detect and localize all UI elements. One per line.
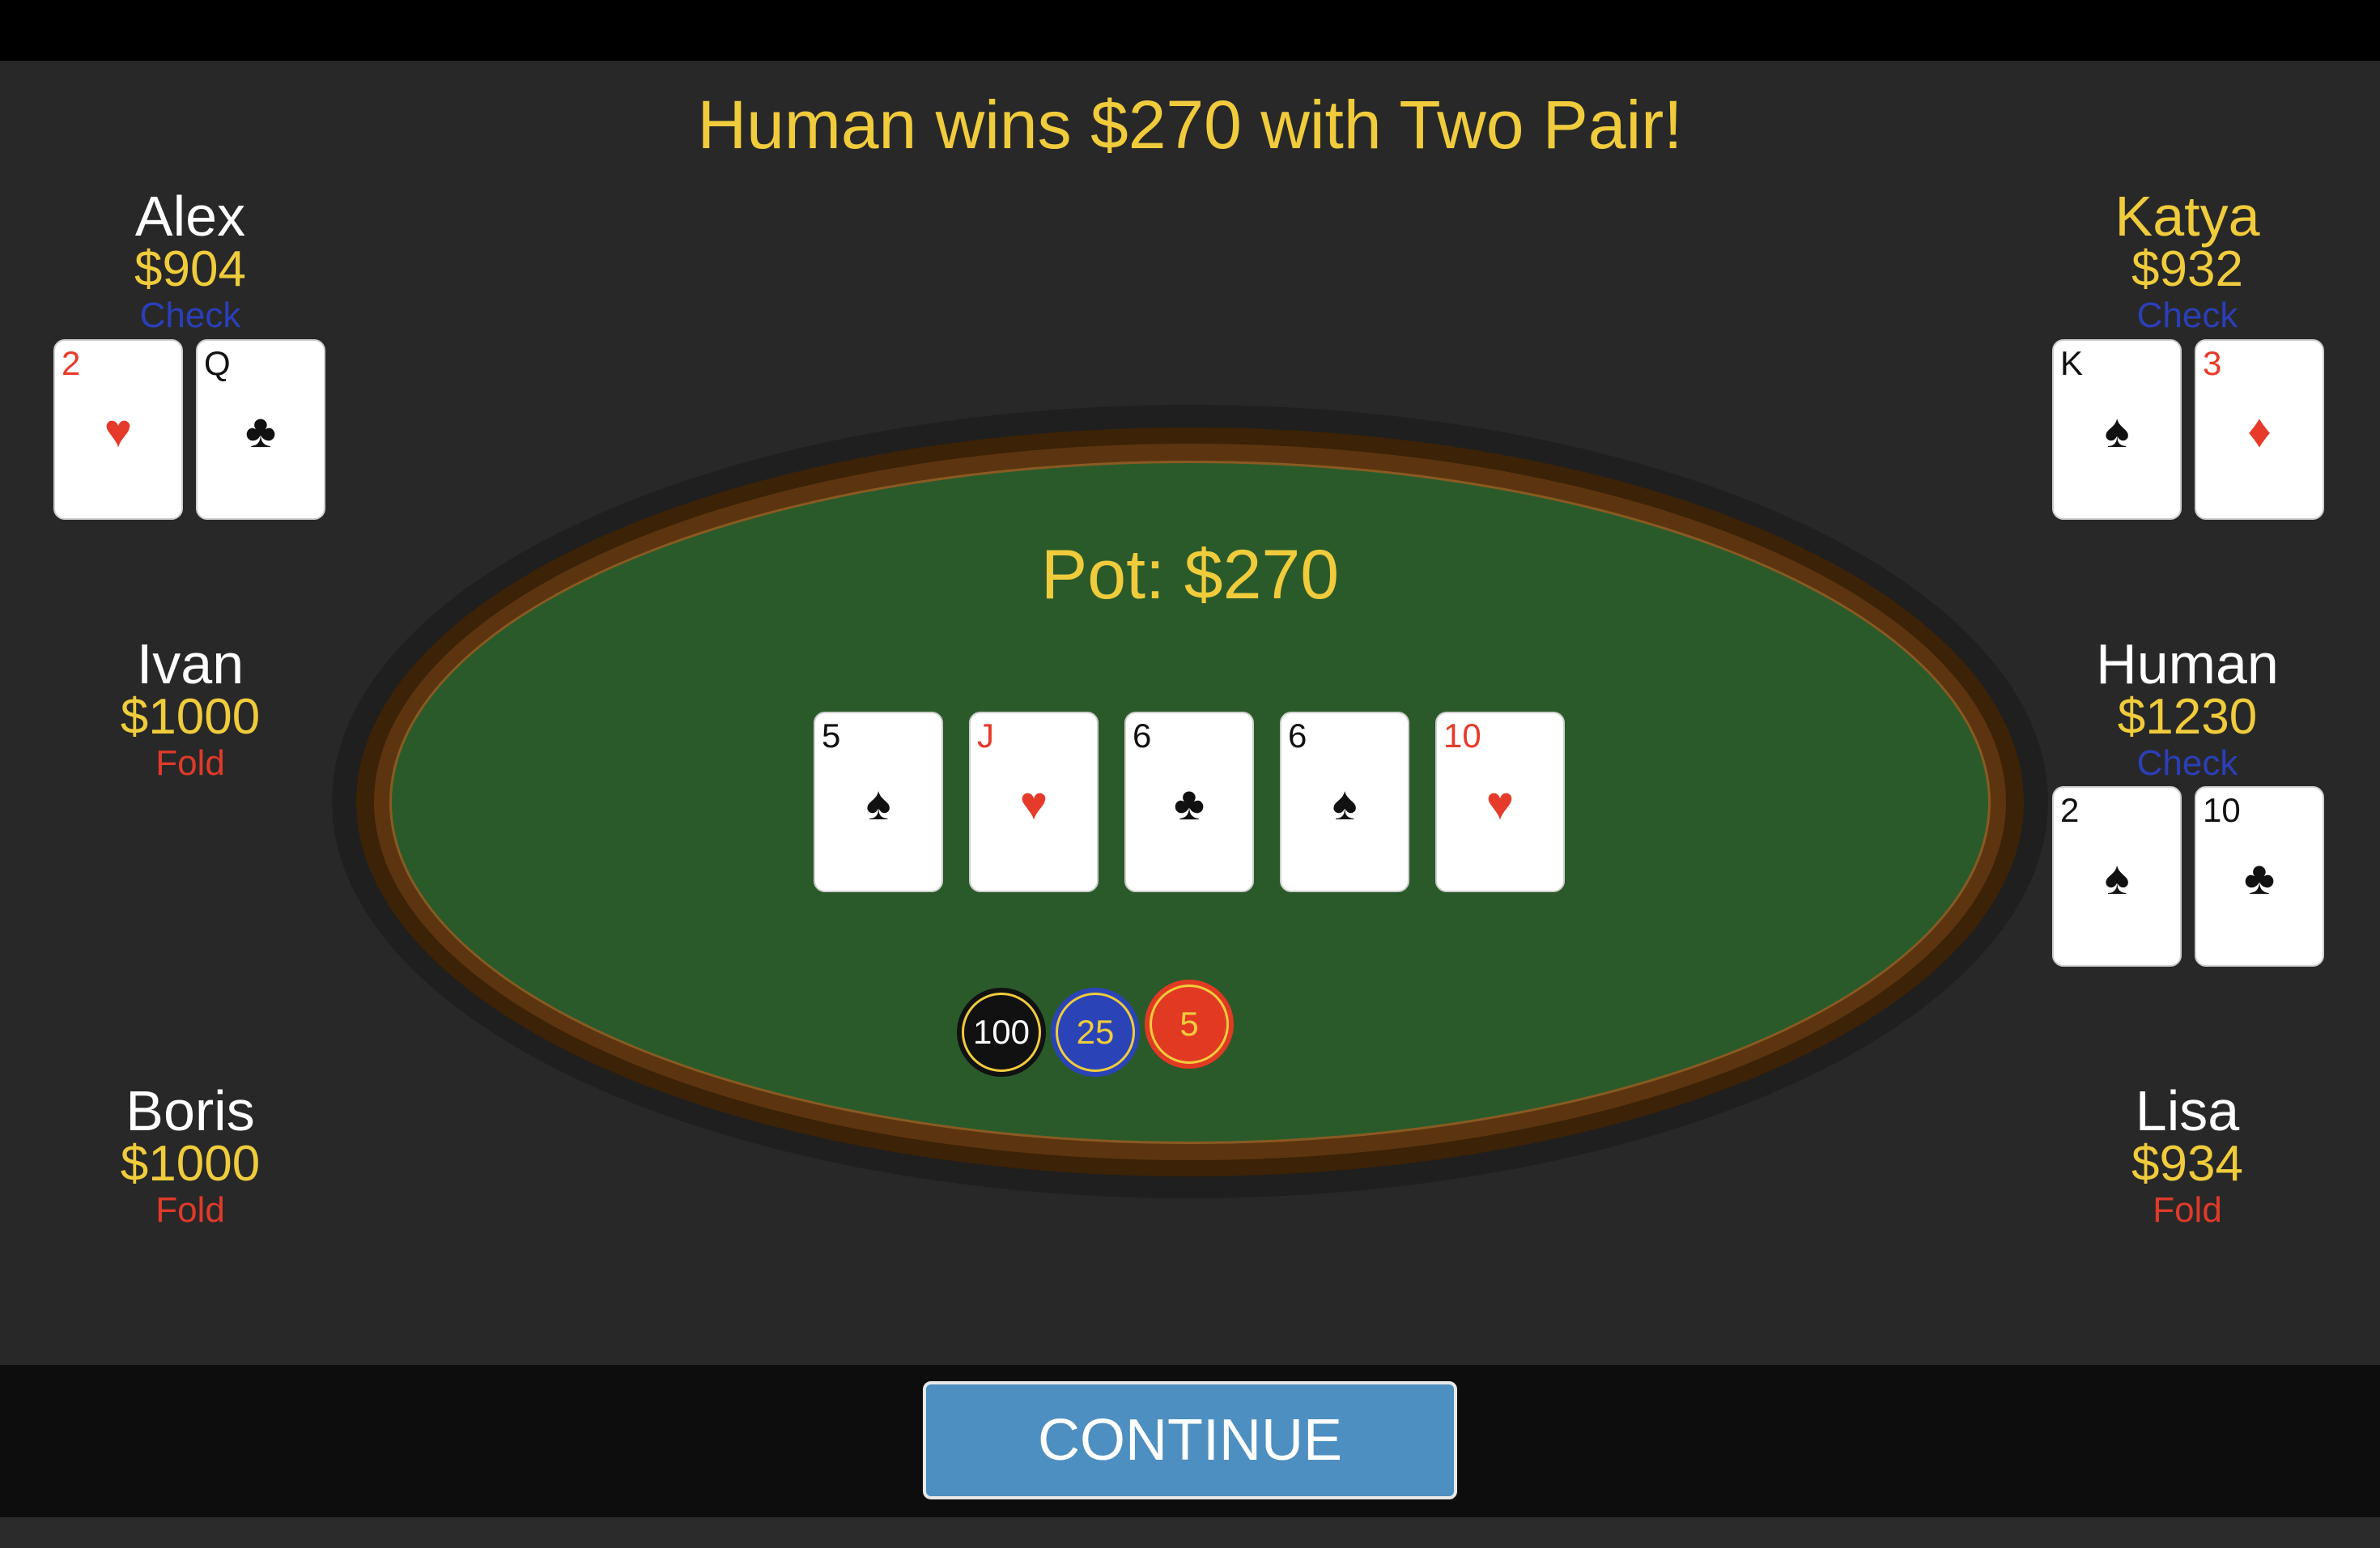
player-chips: $932	[2131, 241, 2243, 297]
heart-suit-icon: ♥	[104, 405, 133, 457]
card-rank: J	[977, 717, 994, 755]
club-suit-icon: ♣	[244, 405, 277, 457]
chip-5: 5	[1145, 980, 1234, 1069]
alex-card-1: 2 ♥	[53, 339, 183, 520]
human-card-1: 2 ♠	[2052, 786, 2182, 967]
diamond-suit-icon: ♦	[2247, 405, 2272, 457]
card-rank: 5	[822, 717, 841, 755]
pot-label: Pot: $270	[1040, 536, 1340, 614]
player-chips: $934	[2131, 1136, 2243, 1192]
board-card-1: 5 ♠	[814, 712, 943, 892]
card-rank: 10	[1443, 717, 1481, 755]
player-ivan: Ivan $1000 Fold	[28, 636, 352, 785]
player-action: Check	[2136, 743, 2238, 783]
player-name: Human	[2096, 632, 2279, 695]
player-lisa: Lisa $934 Fold	[2025, 1082, 2349, 1231]
chip-100: 100	[957, 988, 1046, 1077]
card-rank: 3	[2203, 344, 2222, 382]
bottom-strip	[0, 1517, 2380, 1548]
player-human: Human $1230 Check	[2025, 636, 2349, 785]
card-rank: Q	[204, 344, 231, 382]
card-rank: 2	[62, 344, 81, 382]
katya-card-2: 3 ♦	[2195, 339, 2324, 520]
spade-suit-icon: ♠	[1332, 777, 1358, 830]
club-suit-icon: ♣	[2243, 852, 2276, 904]
board-card-2: J ♥	[969, 712, 1099, 892]
player-action: Fold	[155, 743, 225, 783]
board-card-3: 6 ♣	[1124, 712, 1254, 892]
player-katya: Katya $932 Check	[2025, 188, 2349, 337]
heart-suit-icon: ♥	[1019, 777, 1048, 830]
card-rank: K	[2060, 344, 2084, 382]
player-name: Lisa	[2135, 1079, 2240, 1142]
player-action: Check	[2136, 296, 2238, 335]
player-chips: $904	[134, 241, 246, 297]
spade-suit-icon: ♠	[2104, 852, 2130, 904]
player-alex: Alex $904 Check	[28, 188, 352, 337]
katya-card-1: K ♠	[2052, 339, 2182, 520]
result-banner: Human wins $270 with Two Pair!	[697, 87, 1683, 163]
heart-suit-icon: ♥	[1485, 777, 1515, 830]
spade-suit-icon: ♠	[2104, 405, 2130, 457]
club-suit-icon: ♣	[1173, 777, 1205, 830]
board-card-5: 10 ♥	[1435, 712, 1565, 892]
chip-value: 100	[962, 993, 1041, 1072]
card-rank: 10	[2203, 791, 2241, 829]
human-card-2: 10 ♣	[2195, 786, 2324, 967]
card-rank: 6	[1288, 717, 1307, 755]
player-name: Ivan	[136, 632, 244, 695]
player-name: Katya	[2114, 185, 2260, 248]
chip-value: 25	[1056, 993, 1135, 1072]
card-rank: 2	[2060, 791, 2080, 829]
spade-suit-icon: ♠	[865, 777, 891, 830]
chip-value: 5	[1150, 985, 1229, 1064]
chip-25: 25	[1051, 988, 1140, 1077]
player-boris: Boris $1000 Fold	[28, 1082, 352, 1231]
continue-button[interactable]: CONTINUE	[923, 1381, 1457, 1499]
player-name: Alex	[134, 185, 246, 248]
player-action: Fold	[155, 1190, 225, 1230]
alex-card-2: Q ♣	[196, 339, 325, 520]
player-chips: $1000	[120, 689, 261, 745]
player-action: Check	[139, 296, 241, 335]
board-card-4: 6 ♠	[1280, 712, 1409, 892]
player-chips: $1230	[2117, 689, 2258, 745]
card-rank: 6	[1133, 717, 1152, 755]
poker-game-screen: Human wins $270 with Two Pair! Pot: $270…	[0, 0, 2380, 1548]
player-action: Fold	[2153, 1190, 2222, 1230]
player-chips: $1000	[120, 1136, 261, 1192]
player-name: Boris	[125, 1079, 255, 1142]
